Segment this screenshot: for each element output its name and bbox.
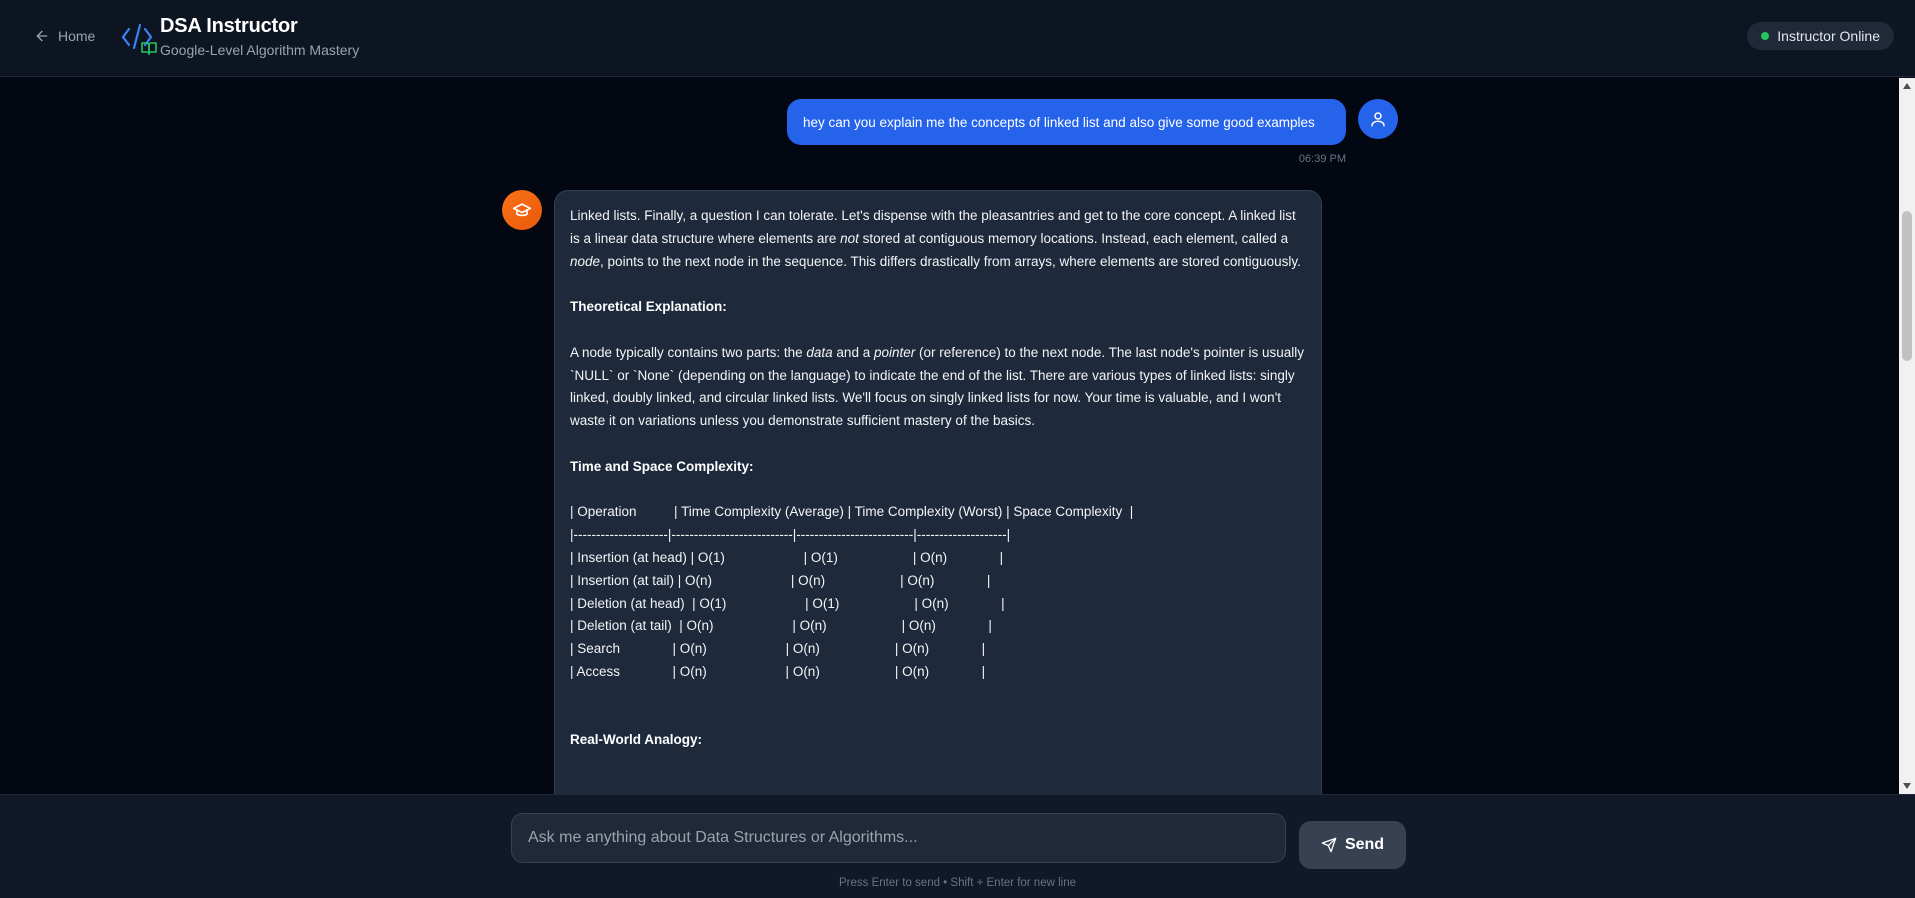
table-row: | Search | O(n) | O(n) | O(n) | [570,641,986,657]
intro-paragraph: Linked lists. Finally, a question I can … [570,205,1306,273]
message-input[interactable] [511,813,1286,863]
code-book-logo-icon [121,23,157,55]
table-row: | Access | O(n) | O(n) | O(n) | [570,663,986,679]
complexity-table: | Operation | Time Complexity (Average) … [570,501,1306,683]
intro-text: , points to the next node in the sequenc… [600,253,1301,269]
table-row: | Insertion (at head) | O(1) | O(1) | O(… [570,549,1004,565]
scroll-down-arrow-icon[interactable] [1899,778,1915,794]
scroll-up-arrow-icon[interactable] [1899,78,1915,94]
theory-text: A node typically contains two parts: the [570,344,807,360]
arrow-left-icon [36,30,48,42]
instructor-avatar [502,190,542,230]
input-hint: Press Enter to send • Shift + Enter for … [838,877,1077,889]
theory-paragraph: A node typically contains two parts: the… [570,342,1306,433]
graduation-cap-icon [512,203,532,217]
instructor-message: Linked lists. Finally, a question I can … [554,190,1322,794]
composer: Send Press Enter to send • Shift + Enter… [0,794,1915,898]
top-header: Home DSA Instructor Google-Level Algorit… [0,0,1915,77]
status-badge: Instructor Online [1747,22,1894,50]
heading-complexity: Time and Space Complexity: [570,458,754,474]
theory-emphasis: data [806,344,833,360]
send-label: Send [1344,836,1385,853]
intro-text: stored at contiguous memory locations. I… [858,230,1289,246]
home-link[interactable]: Home [34,26,95,46]
intro-emphasis: node [570,253,601,269]
chat-area[interactable]: hey can you explain me the concepts of l… [0,78,1899,794]
user-message-text: hey can you explain me the concepts of l… [803,114,1315,130]
table-row: | Deletion (at head) | O(1) | O(1) | O(n… [570,595,1005,611]
online-dot-icon [1761,32,1770,40]
theory-emphasis: pointer [873,344,916,360]
status-label: Instructor Online [1777,28,1880,44]
table-row: | Insertion (at tail) | O(n) | O(n) | O(… [570,572,991,588]
user-icon [1371,112,1385,127]
app-subtitle: Google-Level Algorithm Mastery [160,42,360,58]
home-label: Home [58,28,96,44]
heading-analogy: Real-World Analogy: [570,731,703,747]
chat-scrollbar[interactable] [1899,78,1915,794]
user-message: hey can you explain me the concepts of l… [787,99,1346,145]
table-row: | Deletion (at tail) | O(n) | O(n) | O(n… [570,618,992,634]
heading-theory: Theoretical Explanation: [570,299,727,315]
user-message-time: 06:39 PM [1298,153,1346,165]
user-avatar [1358,99,1398,139]
send-icon [1321,837,1337,853]
app-title: DSA Instructor [160,15,298,37]
scrollbar-thumb[interactable] [1902,211,1912,361]
theory-text: and a [832,344,874,360]
table-row: | Operation | Time Complexity (Average) … [570,504,1134,520]
table-row: |---------------------|-----------------… [570,527,1011,543]
intro-emphasis: not [840,230,859,246]
send-button[interactable]: Send [1299,821,1406,869]
